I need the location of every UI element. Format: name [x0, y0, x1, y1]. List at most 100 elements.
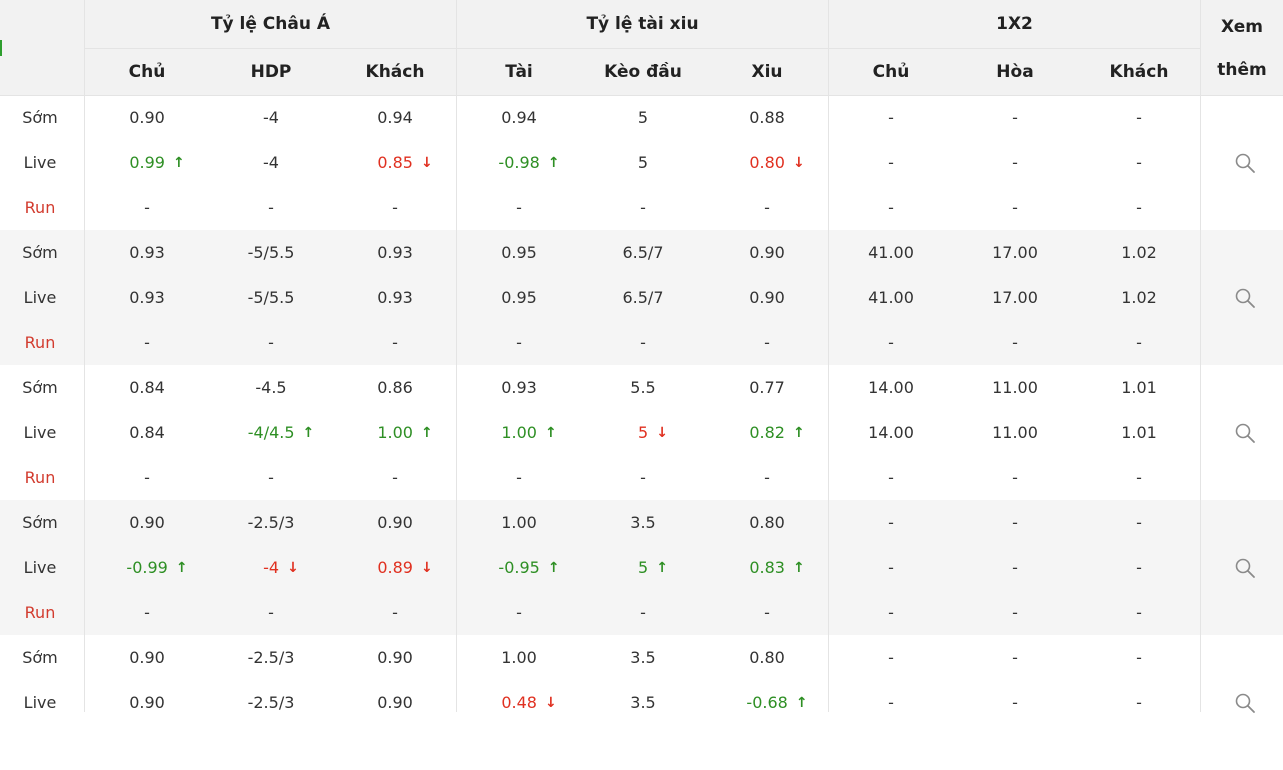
odds-value-text: 11.00 — [992, 378, 1038, 397]
odds-value-text: - — [1012, 153, 1018, 172]
search-icon[interactable] — [1234, 152, 1256, 174]
odds-value: -4 — [209, 140, 333, 185]
odds-value-text: 0.93 — [129, 288, 165, 307]
odds-value: - — [581, 185, 705, 230]
column-header-1: HDP — [250, 61, 292, 82]
odds-value: 0.48 ↓ — [467, 680, 591, 725]
odds-value-text: - — [764, 198, 770, 217]
row-label: Sớm — [22, 648, 58, 667]
odds-value: - — [1077, 680, 1201, 725]
odds-value-text: 5 — [638, 423, 649, 442]
odds-value-text: 14.00 — [868, 423, 914, 442]
odds-value-text: -0.95 — [498, 558, 540, 577]
odds-value-text: - — [392, 198, 398, 217]
row-label: Live — [23, 693, 57, 712]
match-odds-block: Sớm 0.90 -2.5/3 0.90 1.00 3.5 0.80 - - - Live -0.99… — [0, 500, 1283, 635]
odds-value-text: - — [1136, 648, 1142, 667]
odds-value-text: - — [516, 333, 522, 352]
more-header-line1: Xem — [1221, 17, 1263, 37]
odds-value-text: 0.94 — [501, 108, 537, 127]
odds-value-text: 5 — [637, 108, 649, 127]
arrow-up-icon: ↑ — [656, 559, 668, 576]
odds-value-text: 0.95 — [501, 288, 537, 307]
odds-value-text: - — [888, 513, 894, 532]
column-divider — [84, 0, 85, 712]
odds-row: Live 0.99 ↑ -4 0.85 ↓ -0.98 ↑ 5 0.80 ↓ - - - — [0, 140, 1283, 185]
odds-value: 0.90 — [85, 500, 209, 545]
odds-value-text: -0.99 — [126, 558, 168, 577]
odds-row: Run - - - - - - - - - — [0, 185, 1283, 230]
odds-value: 0.95 — [457, 275, 581, 320]
odds-value-text: - — [1136, 108, 1142, 127]
arrow-up-icon: ↑ — [792, 424, 805, 441]
odds-value-text: -0.98 — [498, 153, 540, 172]
odds-value: - — [1077, 545, 1201, 590]
arrow-up-icon: ↑ — [302, 424, 315, 441]
odds-value: - — [829, 500, 953, 545]
odds-value-text: - — [1136, 603, 1142, 622]
row-label: Run — [24, 333, 56, 352]
odds-value: 14.00 — [829, 365, 953, 410]
odds-value-text: - — [144, 333, 150, 352]
odds-value-text: -5/5.5 — [247, 288, 295, 307]
odds-value: - — [953, 455, 1077, 500]
odds-row: Live 0.90 -2.5/3 0.90 0.48 ↓ 3.5 -0.68 ↑ - - - — [0, 680, 1283, 725]
odds-value-text: - — [144, 603, 150, 622]
odds-value: 0.93 — [333, 230, 457, 275]
odds-value: - — [581, 455, 705, 500]
odds-value: 0.94 — [457, 95, 581, 140]
odds-value: 0.90 — [85, 680, 209, 725]
odds-value-text: - — [516, 198, 522, 217]
odds-value: 0.90 — [333, 635, 457, 680]
odds-value: - — [829, 590, 953, 635]
odds-value-text: 0.90 — [129, 513, 165, 532]
odds-value-text: 41.00 — [868, 288, 914, 307]
arrow-up-icon: ↑ — [792, 559, 805, 576]
odds-value: -0.98 ↑ — [467, 140, 591, 185]
odds-value: - — [209, 185, 333, 230]
odds-value: 0.80 — [705, 635, 829, 680]
odds-value: - — [1077, 95, 1201, 140]
odds-value-text: - — [1136, 153, 1142, 172]
odds-value: - — [829, 95, 953, 140]
odds-value-text: - — [764, 468, 770, 487]
column-divider — [1200, 0, 1201, 712]
odds-value-text: 0.82 — [749, 423, 785, 442]
odds-value-text: - — [888, 603, 894, 622]
odds-value-text: - — [516, 468, 522, 487]
odds-value-text: 0.93 — [129, 243, 165, 262]
odds-row: Live 0.84 -4/4.5 ↑ 1.00 ↑ 1.00 ↑ 5 ↓ 0.82 ↑ 14.00 11.… — [0, 410, 1283, 455]
column-header-0: Chủ — [128, 61, 166, 82]
odds-value: 0.80 — [705, 500, 829, 545]
odds-value: - — [333, 590, 457, 635]
arrow-up-icon: ↑ — [547, 559, 560, 576]
odds-value: 1.00 ↑ — [343, 410, 467, 455]
odds-value-text: 0.85 — [377, 153, 413, 172]
odds-value: 5.5 — [581, 365, 705, 410]
odds-value: - — [85, 455, 209, 500]
odds-value: 11.00 — [953, 410, 1077, 455]
odds-value-text: 0.90 — [749, 288, 785, 307]
match-odds-block: Sớm 0.90 -4 0.94 0.94 5 0.88 - - - Live 0.99 ↑ -4 0.85… — [0, 95, 1283, 230]
odds-value: - — [953, 140, 1077, 185]
odds-value: 0.82 ↑ — [715, 410, 839, 455]
search-icon[interactable] — [1234, 692, 1256, 714]
odds-value: 0.90 — [85, 95, 209, 140]
odds-value: 3.5 — [581, 635, 705, 680]
search-icon[interactable] — [1234, 557, 1256, 579]
arrow-down-icon: ↓ — [420, 559, 433, 576]
odds-value-text: -2.5/3 — [247, 693, 295, 712]
odds-value: 0.99 ↑ — [95, 140, 219, 185]
odds-value: - — [705, 320, 829, 365]
search-icon[interactable] — [1234, 422, 1256, 444]
odds-value: - — [953, 95, 1077, 140]
row-label: Run — [24, 468, 56, 487]
odds-row: Run - - - - - - - - - — [0, 320, 1283, 365]
odds-value-text: - — [1012, 558, 1018, 577]
odds-value-text: - — [268, 198, 274, 217]
odds-value: - — [581, 590, 705, 635]
odds-value: - — [953, 500, 1077, 545]
odds-value: - — [581, 320, 705, 365]
odds-value: 6.5/7 — [581, 230, 705, 275]
search-icon[interactable] — [1234, 287, 1256, 309]
